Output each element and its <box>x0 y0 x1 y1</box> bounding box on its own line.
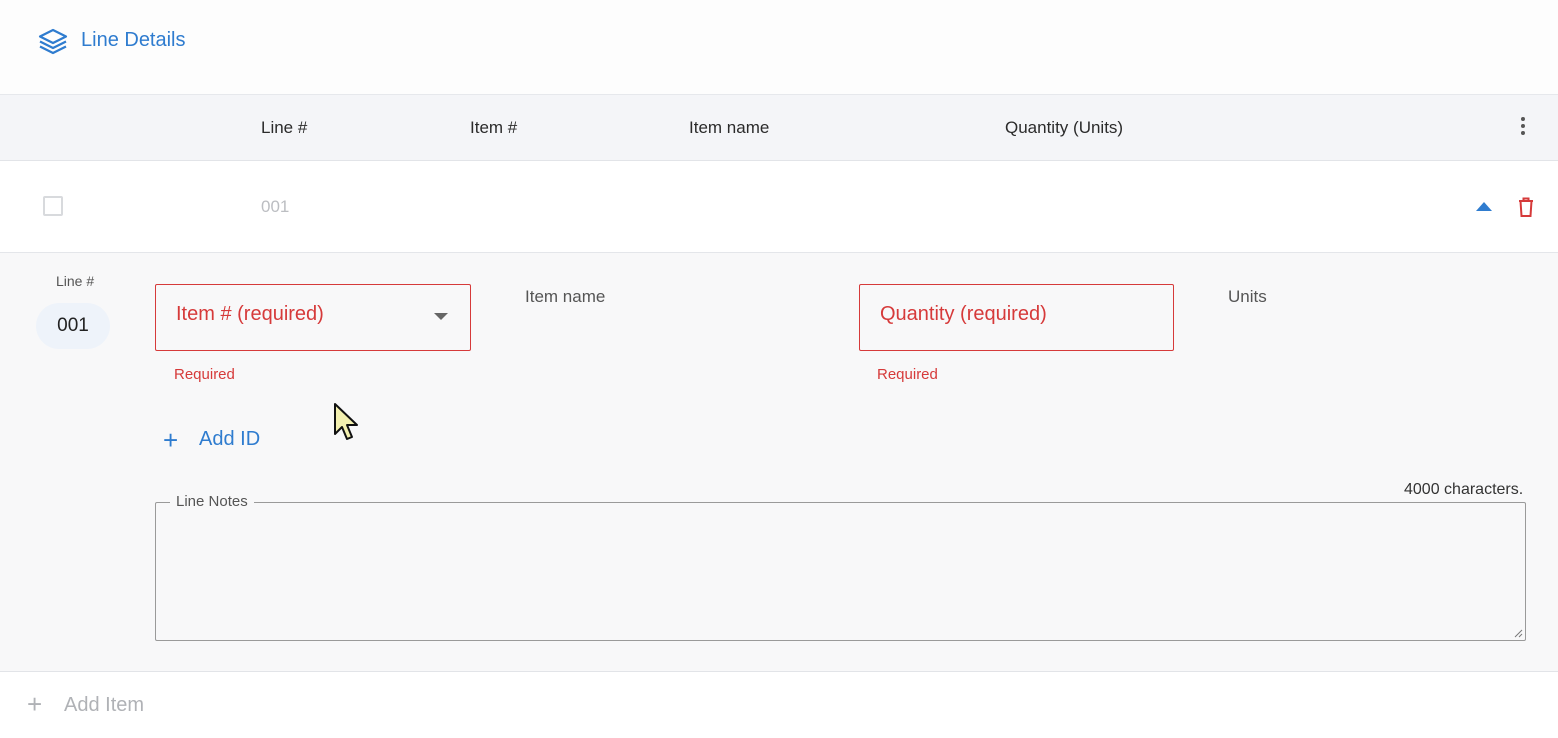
line-notes-label: Line Notes <box>170 493 254 510</box>
row-line-number: 001 <box>261 197 290 216</box>
units-label: Units <box>1228 287 1267 306</box>
item-number-error: Required <box>174 366 235 383</box>
item-name-label: Item name <box>525 287 606 306</box>
add-item-label: Add Item <box>64 694 145 716</box>
column-header-item-number[interactable]: Item # <box>470 118 517 138</box>
item-number-select[interactable]: Item # (required) <box>155 284 471 351</box>
line-detail-panel: Line # 001 Item # (required) Required It… <box>0 253 1558 672</box>
delete-row-icon[interactable] <box>1516 196 1536 218</box>
add-id-label: Add ID <box>199 428 261 450</box>
quantity-error: Required <box>877 366 938 383</box>
table-header: Line # Item # Item name Quantity (Units) <box>0 94 1558 161</box>
layers-icon <box>38 28 68 55</box>
column-header-quantity[interactable]: Quantity (Units) <box>1005 118 1123 138</box>
collapse-row-icon[interactable] <box>1474 199 1494 213</box>
plus-icon: + <box>163 425 179 455</box>
line-number-badge: 001 <box>36 303 110 349</box>
quantity-input[interactable]: Quantity (required) <box>859 284 1174 351</box>
row-select-checkbox[interactable] <box>43 196 63 216</box>
mouse-cursor-icon <box>334 403 358 440</box>
column-header-item-name[interactable]: Item name <box>689 118 769 138</box>
plus-icon: + <box>27 689 43 719</box>
character-counter: 4000 characters. <box>1404 481 1524 498</box>
quantity-placeholder: Quantity (required) <box>880 303 1047 325</box>
dropdown-caret-icon[interactable] <box>434 313 448 320</box>
line-notes-textarea[interactable]: Line Notes <box>155 493 1526 641</box>
more-options-icon[interactable] <box>1512 115 1534 139</box>
item-number-placeholder: Item # (required) <box>176 303 324 325</box>
column-header-line[interactable]: Line # <box>261 118 307 138</box>
section-title: Line Details <box>81 29 186 51</box>
table-row: 001 <box>0 161 1558 253</box>
section-header: Line Details <box>0 0 1558 94</box>
line-number-label: Line # <box>56 273 95 289</box>
resize-handle-icon[interactable] <box>1513 628 1523 638</box>
